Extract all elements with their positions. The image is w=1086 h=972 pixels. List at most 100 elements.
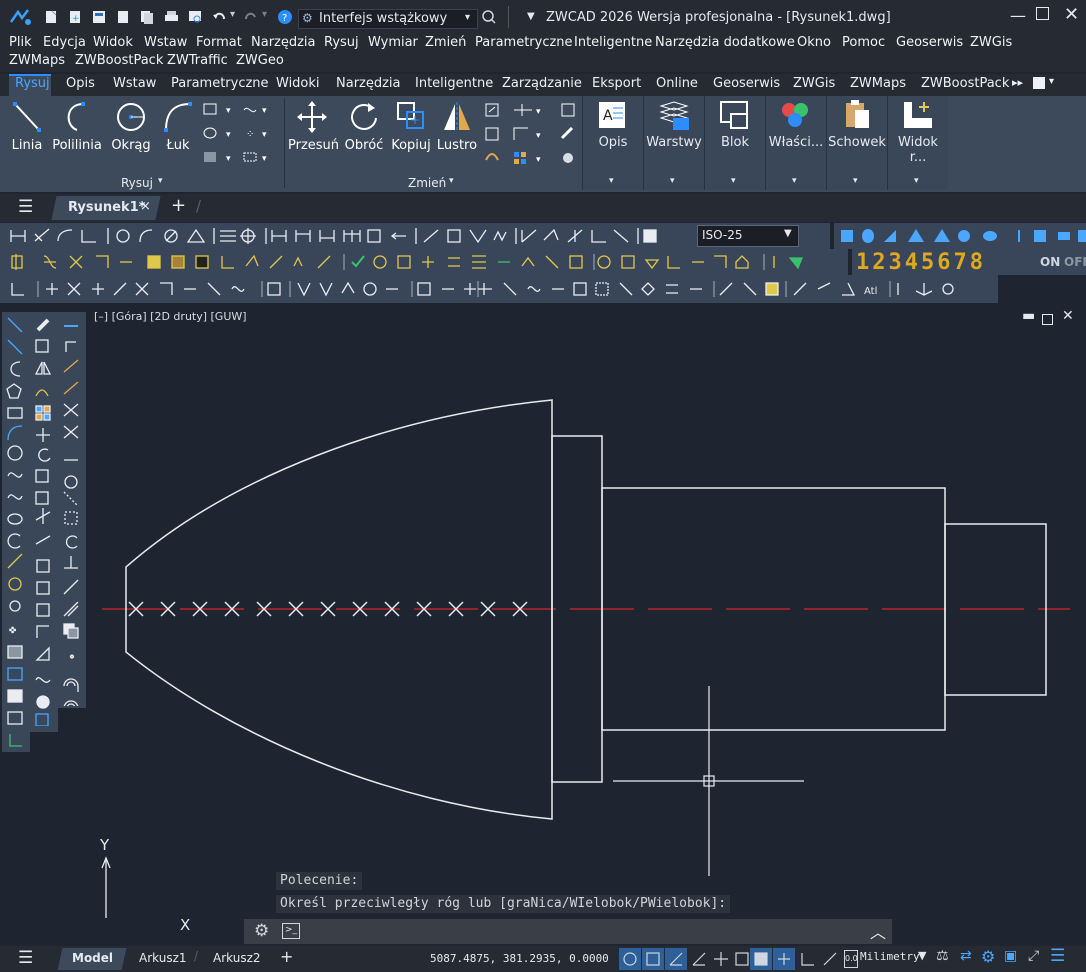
- undo-dropdown-icon[interactable]: ▾: [230, 9, 235, 20]
- coordinates[interactable]: 5087.4875, 381.2935, 0.0000: [430, 952, 609, 965]
- qat-menu-icon[interactable]: ▼: [527, 11, 535, 22]
- ribbon-minimize-icon[interactable]: [1033, 77, 1045, 89]
- annotation-panel[interactable]: A Opis ▾: [582, 96, 643, 190]
- menu-okno[interactable]: Okno: [797, 35, 831, 50]
- line-button[interactable]: Linia: [6, 100, 48, 153]
- layers-panel[interactable]: Warstwy ▾: [643, 96, 704, 190]
- rotate-button[interactable]: Obróć: [342, 100, 386, 153]
- menu-wymiar[interactable]: Wymiar: [368, 35, 418, 50]
- new-file-icon[interactable]: [44, 10, 58, 24]
- redo-icon[interactable]: [244, 10, 258, 24]
- tab-inteligentne[interactable]: Inteligentne: [415, 76, 493, 91]
- status-gear-icon[interactable]: ⚙: [981, 947, 995, 966]
- menu-rysuj[interactable]: Rysuj: [324, 35, 359, 50]
- properties-panel[interactable]: Właści... ▾: [765, 96, 826, 190]
- hamburger-menu-icon[interactable]: ☰: [18, 197, 33, 217]
- drawing-geometry[interactable]: [90, 306, 1086, 918]
- tab-model[interactable]: Model: [72, 951, 113, 965]
- menu-edycja[interactable]: Edycja: [43, 35, 86, 50]
- block-panel[interactable]: Blok ▾: [704, 96, 765, 190]
- tab-geoserwis[interactable]: Geoserwis: [713, 76, 780, 91]
- modify-tools-icons[interactable]: Atl: [8, 279, 958, 299]
- workspace-select[interactable]: ⚙ Interfejs wstążkowy ▾: [298, 9, 478, 29]
- plot-preview-icon[interactable]: [188, 10, 202, 24]
- misc-vertical-icons[interactable]: •: [62, 316, 82, 706]
- tab-eksport[interactable]: Eksport: [592, 76, 641, 91]
- tab-narzedzia[interactable]: Narzędzia: [336, 76, 401, 91]
- menu-narzedzia[interactable]: Narzędzia: [251, 35, 316, 50]
- menu-zwmaps[interactable]: ZWMaps: [9, 53, 65, 68]
- lock-ui-icon[interactable]: ▣: [1004, 948, 1017, 964]
- menu-zwgeo[interactable]: ZWGeo: [236, 53, 284, 68]
- clipboard-panel[interactable]: Schowek ▾: [826, 96, 887, 190]
- command-input[interactable]: [304, 923, 874, 941]
- drafting-toggles[interactable]: [618, 947, 856, 971]
- undo-icon[interactable]: [212, 10, 226, 24]
- save-icon[interactable]: [116, 10, 130, 24]
- tab-rysuj[interactable]: Rysuj: [15, 76, 50, 91]
- modify-small-tools[interactable]: ▾ ▾ ▾: [484, 102, 580, 168]
- dimension-tools-icons[interactable]: [8, 226, 688, 246]
- menu-pomoc[interactable]: Pomoc: [842, 35, 885, 50]
- new-tab-icon[interactable]: +: [171, 195, 186, 216]
- tab-parametryczne[interactable]: Parametryczne: [171, 76, 269, 91]
- copy-button[interactable]: Kopiuj: [390, 100, 432, 153]
- layout-menu-icon[interactable]: ☰: [18, 948, 33, 968]
- close-icon[interactable]: ✕: [1064, 4, 1079, 25]
- move-button[interactable]: Przesuń: [288, 100, 339, 153]
- workspace-switch-icon[interactable]: ⇄: [960, 948, 972, 964]
- modify-panel-expand-icon[interactable]: ▾: [449, 176, 454, 186]
- tab-zarzadzanie[interactable]: Zarządzanie: [502, 76, 582, 91]
- layer-digits[interactable]: 12345678: [856, 250, 986, 275]
- redo-dropdown-icon[interactable]: ▾: [262, 9, 267, 20]
- menu-zwboostpack[interactable]: ZWBoostPack: [75, 53, 163, 68]
- minimize-icon[interactable]: —: [1010, 6, 1026, 25]
- draw-small-tools[interactable]: ▾ ▾ ▾ ⁘ ▾ ▾ ▾: [202, 102, 282, 168]
- menu-format[interactable]: Format: [196, 35, 242, 50]
- solid-tools-icons[interactable]: [838, 226, 1086, 246]
- polyline-button[interactable]: Polilinia: [52, 100, 102, 153]
- menu-parametryczne[interactable]: Parametryczne: [475, 35, 573, 50]
- tab-widoki[interactable]: Widoki: [276, 76, 320, 91]
- workspace-search-icon[interactable]: [482, 10, 496, 24]
- print-icon[interactable]: [164, 10, 178, 24]
- fullscreen-icon[interactable]: ⤢: [1028, 948, 1039, 964]
- draw-panel-expand-icon[interactable]: ▾: [158, 176, 163, 186]
- doc-tab-title[interactable]: Rysunek1*: [68, 200, 145, 215]
- menu-zwtraffic[interactable]: ZWTraffic: [167, 53, 228, 68]
- menu-zwgis[interactable]: ZWGis: [970, 35, 1012, 50]
- mirror-button[interactable]: Lustro: [436, 100, 478, 153]
- new-file-plus-icon[interactable]: +: [68, 10, 82, 24]
- draw-vertical-icons[interactable]: ⁘: [6, 316, 26, 752]
- command-settings-icon[interactable]: ⚙: [254, 921, 269, 941]
- dimstyle-select[interactable]: ISO-25 ▼: [697, 225, 799, 247]
- help-icon[interactable]: ?: [278, 10, 292, 24]
- menu-wstaw[interactable]: Wstaw: [144, 35, 187, 50]
- units-dropdown-icon[interactable]: ▼: [918, 949, 926, 962]
- tab-arkusz1[interactable]: Arkusz1: [139, 951, 187, 965]
- tab-opis[interactable]: Opis: [66, 76, 95, 91]
- zwcad-logo-icon[interactable]: [8, 6, 32, 28]
- view-panel[interactable]: Widok r... ▾: [887, 96, 948, 190]
- menu-widok[interactable]: Widok: [93, 35, 133, 50]
- menu-plik[interactable]: Plik: [9, 35, 32, 50]
- doc-tab-close-icon[interactable]: ×: [140, 199, 151, 214]
- ribbon-options-icon[interactable]: ▾: [1049, 76, 1054, 87]
- tab-online[interactable]: Online: [656, 76, 698, 91]
- tab-zwboostpack[interactable]: ZWBoostPack: [921, 76, 1009, 91]
- tab-zwgis[interactable]: ZWGis: [793, 76, 835, 91]
- layer-tools-icons[interactable]: [8, 252, 828, 272]
- open-icon[interactable]: [92, 10, 106, 24]
- maximize-icon[interactable]: [1036, 7, 1049, 20]
- arc-button[interactable]: Łuk: [158, 100, 198, 153]
- tab-zwmaps[interactable]: ZWMaps: [850, 76, 906, 91]
- drawing-viewport[interactable]: [–] [Góra] [2D druty] [GUW] ▬ ✕ Y X Pole…: [90, 306, 1086, 934]
- command-history-toggle-icon[interactable]: ︿: [870, 919, 886, 943]
- menu-geoserwis[interactable]: Geoserwis: [896, 35, 963, 50]
- units-value[interactable]: Milimetry: [860, 950, 920, 963]
- menu-inteligentne[interactable]: Inteligentne: [574, 35, 652, 50]
- save-as-icon[interactable]: [140, 10, 154, 24]
- on-label[interactable]: ON: [1040, 255, 1060, 269]
- circle-button[interactable]: Okrąg: [108, 100, 154, 153]
- tab-wstaw[interactable]: Wstaw: [113, 76, 156, 91]
